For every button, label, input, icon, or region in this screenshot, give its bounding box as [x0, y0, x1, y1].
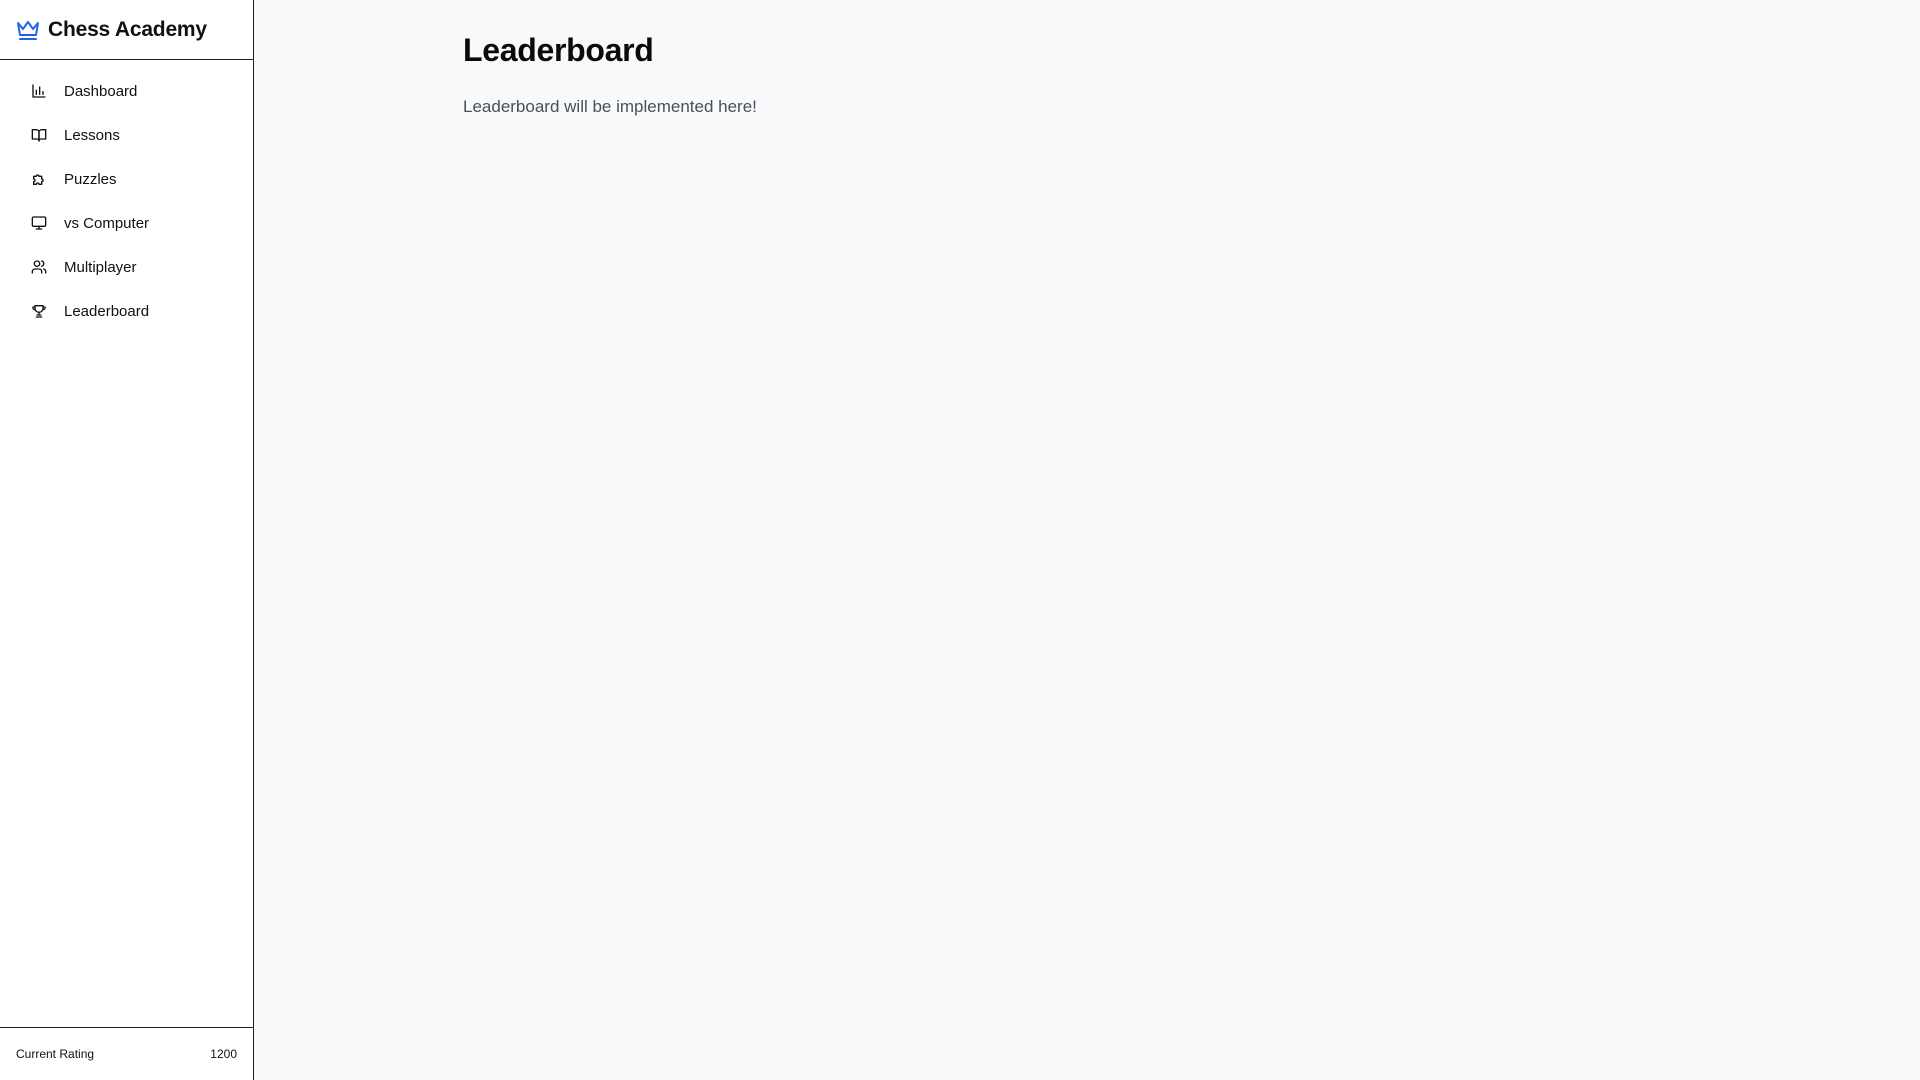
- sidebar-item-label: Lessons: [64, 126, 120, 144]
- sidebar-item-puzzles[interactable]: Puzzles: [0, 157, 253, 201]
- page-title: Leaderboard: [463, 32, 654, 68]
- app-title: Chess Academy: [48, 17, 207, 41]
- sidebar-item-label: vs Computer: [64, 214, 150, 232]
- sidebar-nav: Dashboard Lessons Puzzles vs Computer Mu…: [0, 60, 253, 1027]
- sidebar-item-label: Multiplayer: [64, 258, 137, 276]
- sidebar: Chess Academy Dashboard Lessons Puzzles …: [0, 0, 254, 1080]
- bar-chart-icon: [31, 83, 47, 99]
- trophy-icon: [31, 303, 47, 319]
- sidebar-item-vs-computer[interactable]: vs Computer: [0, 201, 253, 245]
- brand-header[interactable]: Chess Academy: [0, 0, 253, 60]
- app-root: Chess Academy Dashboard Lessons Puzzles …: [0, 0, 1920, 1080]
- sidebar-item-dashboard[interactable]: Dashboard: [0, 69, 253, 113]
- placeholder-message: Leaderboard will be implemented here!: [463, 97, 757, 116]
- sidebar-item-label: Puzzles: [64, 170, 117, 188]
- monitor-icon: [31, 215, 47, 231]
- book-icon: [31, 127, 47, 143]
- sidebar-item-multiplayer[interactable]: Multiplayer: [0, 245, 253, 289]
- sidebar-item-label: Leaderboard: [64, 302, 150, 320]
- sidebar-item-leaderboard[interactable]: Leaderboard: [0, 289, 253, 333]
- rating-value: 1200: [210, 1047, 237, 1061]
- rating-label: Current Rating: [16, 1047, 95, 1061]
- sidebar-item-lessons[interactable]: Lessons: [0, 113, 253, 157]
- users-icon: [31, 259, 47, 275]
- main-content: Leaderboard Leaderboard will be implemen…: [254, 0, 1920, 1080]
- crown-icon: [16, 18, 40, 42]
- sidebar-item-label: Dashboard: [64, 82, 138, 100]
- puzzle-icon: [31, 171, 47, 187]
- current-rating: Current Rating 1200: [0, 1027, 253, 1080]
